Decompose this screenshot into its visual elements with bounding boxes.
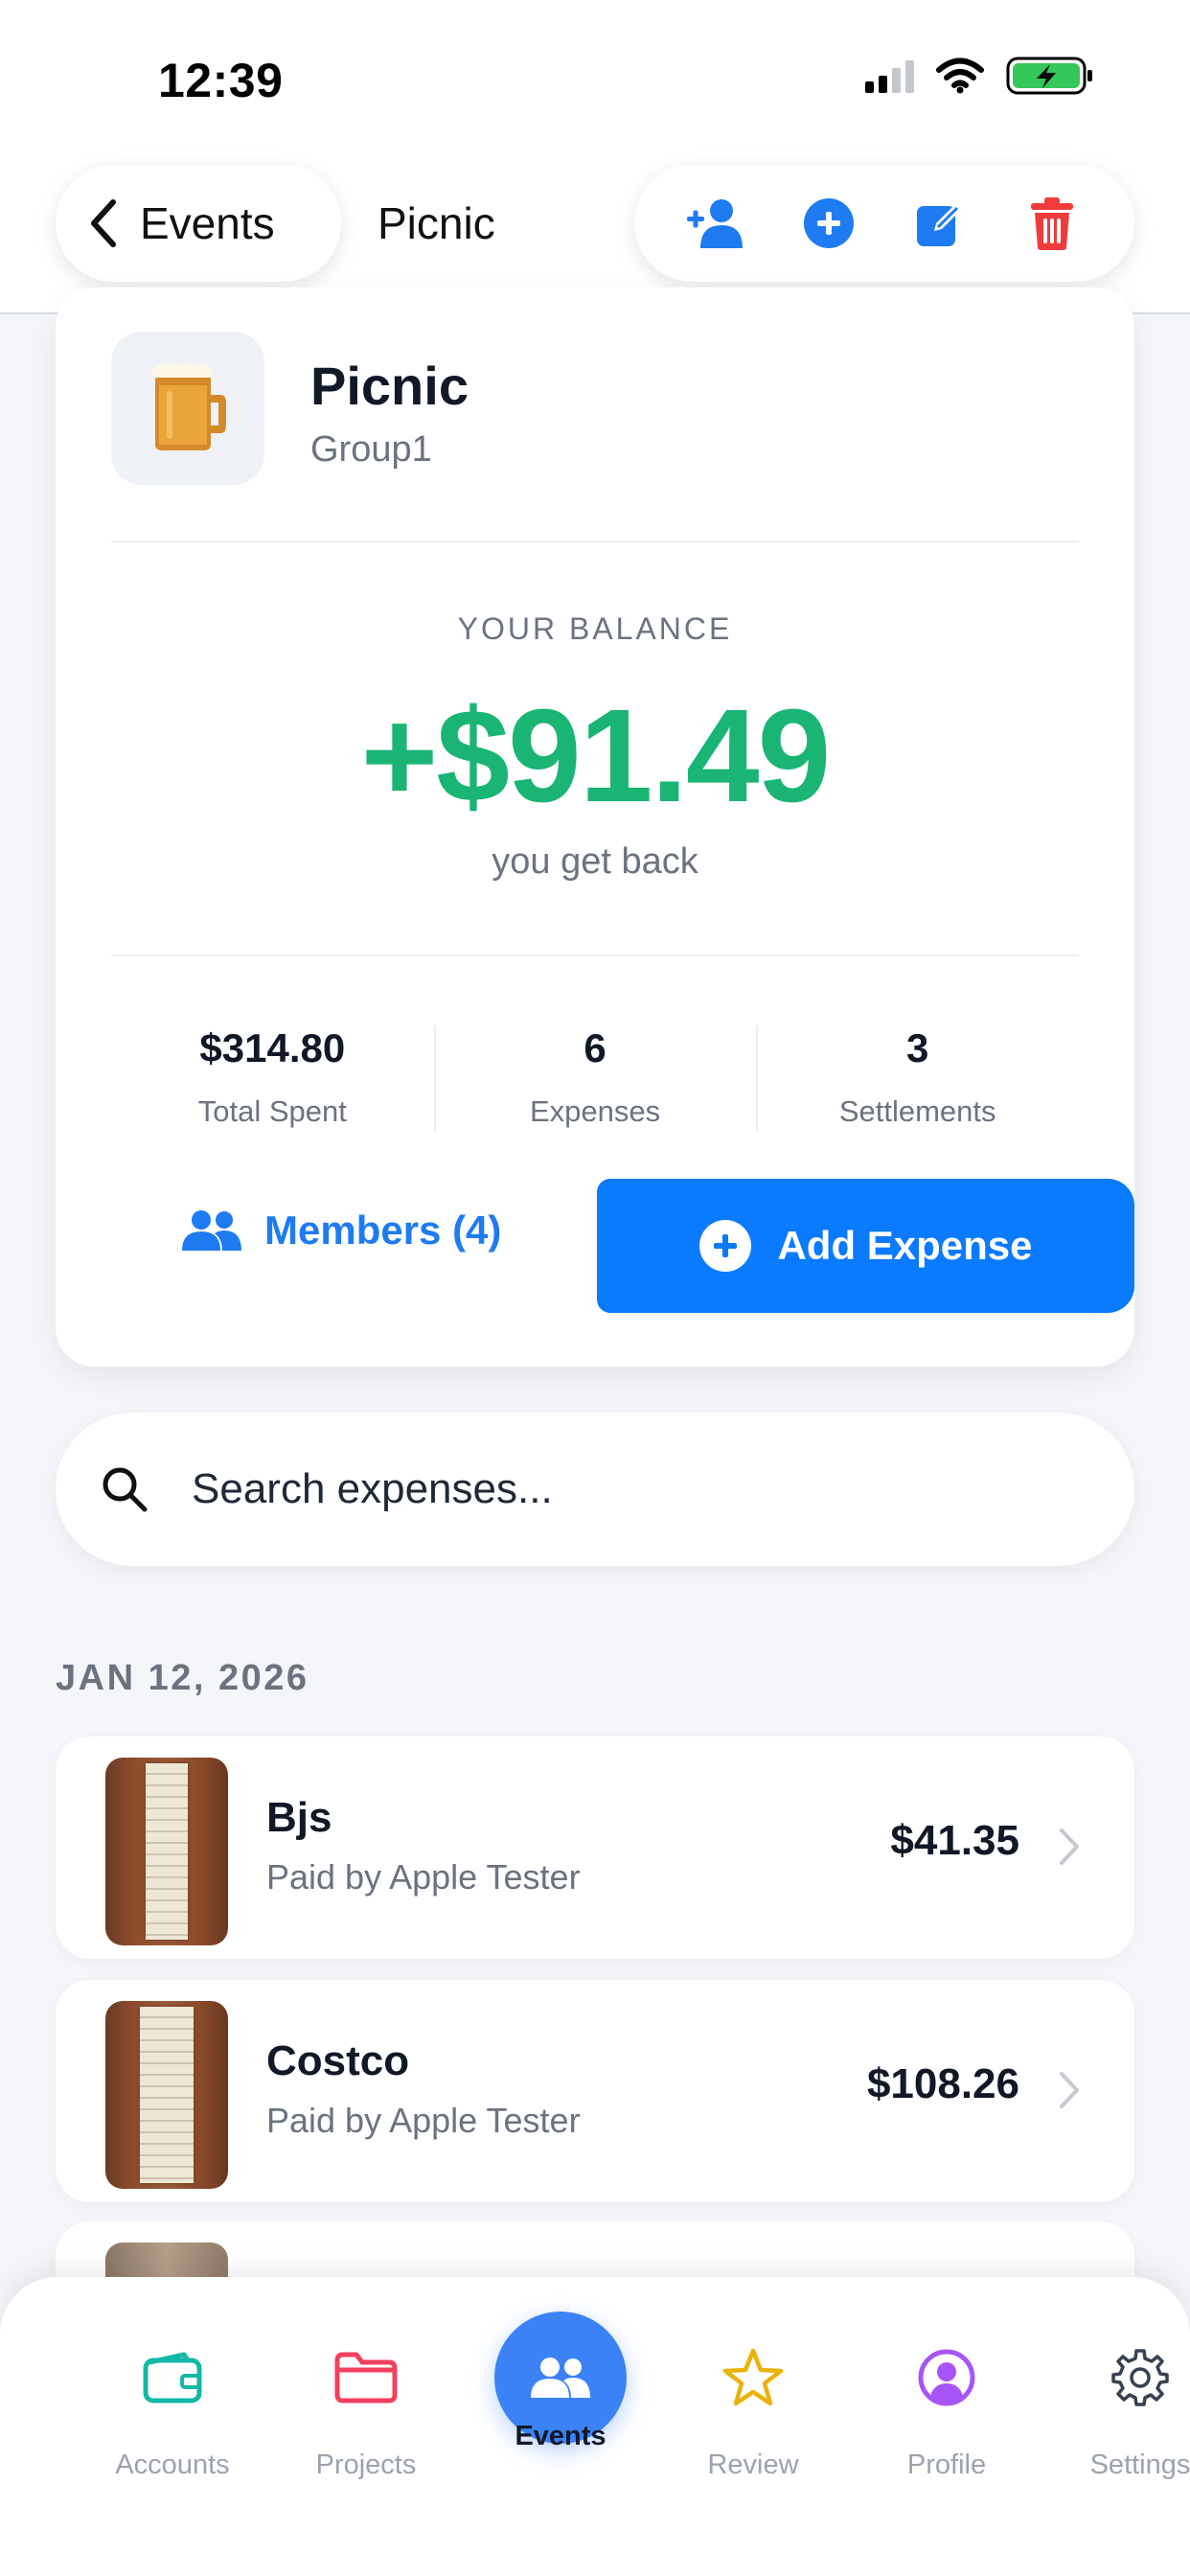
receipt-thumbnail [105,1758,228,1945]
expense-payer: Paid by Apple Tester [266,1857,581,1897]
balance-subtitle: you get back [492,841,698,882]
overview-icon [0,2334,40,2421]
tab-review[interactable]: Review [657,2334,849,2526]
expense-payer: Paid by Apple Tester [266,2101,581,2140]
add-button[interactable] [790,185,867,262]
stat-label: Total Spent [197,1094,347,1128]
add-member-button[interactable] [678,185,755,262]
expense-amount: $108.26 [866,2060,1019,2107]
stat-value: 6 [584,1025,606,1070]
tab-projects[interactable]: Projects [270,2334,462,2526]
beer-mug-icon [151,363,226,450]
tab-label: Profile [906,2450,987,2480]
group-summary-card: Picnic Group1 YOUR BALANCE +$91.49 you g… [56,288,1134,1367]
add-expense-button[interactable]: Add Expense [597,1179,1134,1313]
group-name: Picnic [310,356,469,416]
stat-value: $314.80 [199,1025,346,1070]
tab-label: Projects [315,2450,417,2480]
expense-row[interactable]: Costco Paid by Apple Tester $108.26 [56,1980,1134,2202]
expense-amount: $41.35 [890,1817,1019,1864]
balance-label: YOUR BALANCE [457,611,733,646]
tab-label: Review [707,2450,799,2480]
tab-overview[interactable]: iew [0,2334,40,2526]
status-icons [865,56,1094,96]
chevron-right-icon [1060,2072,1079,2108]
stat-expenses: 6 Expenses [433,1016,757,1131]
group-subtitle: Group1 [310,429,432,470]
people-icon [182,1210,241,1251]
add-expense-label: Add Expense [777,1223,1033,1268]
balance-amount: +$91.49 [360,682,832,830]
stat-value: 3 [906,1025,929,1070]
divider [111,954,1079,956]
members-label: Members (4) [264,1208,502,1253]
chevron-right-icon [1060,1828,1079,1865]
chevron-left-icon [91,199,116,247]
trash-icon [1030,197,1073,250]
header-actions [634,165,1134,282]
tab-events[interactable]: Events [465,2421,656,2497]
tab-accounts[interactable]: Accounts [77,2334,268,2526]
wallet-icon [77,2334,268,2421]
back-button[interactable]: Events [56,165,341,282]
edit-button[interactable] [902,185,978,262]
stats-row: $314.80 Total Spent 6 Expenses 3 Settlem… [111,1016,1079,1131]
battery-charging-icon [1006,57,1092,95]
stat-settlements: 3 Settlements [756,1016,1079,1131]
tab-settings[interactable]: Settings [1044,2334,1190,2526]
gear-icon [1044,2334,1190,2421]
people-icon [531,2358,590,2398]
stat-label: Settlements [838,1094,996,1128]
members-button[interactable]: Members (4) [180,1208,501,1254]
expense-name: Costco [266,2037,410,2084]
tab-label: iew [0,2450,40,2481]
app-screen: 12:39 Events Picnic Picnic Group1 YOUR B… [0,0,1190,2576]
page-title: Picnic [378,198,495,248]
tab-label: Settings [1089,2450,1190,2480]
group-avatar [111,332,264,485]
tab-label: Accounts [115,2450,230,2480]
back-label: Events [140,198,275,248]
expense-row[interactable]: Bjs Paid by Apple Tester $41.35 [56,1736,1134,1959]
status-time: 12:39 [158,54,284,107]
divider [111,540,1079,542]
cellular-signal-icon [865,58,914,93]
stat-total-spent: $314.80 Total Spent [111,1016,434,1131]
receipt-thumbnail [105,2001,228,2189]
wifi-icon [936,58,984,94]
tab-profile[interactable]: Profile [851,2334,1042,2526]
tab-bar: iew Accounts Projects [0,2277,1190,2576]
status-bar: 12:39 [0,0,1190,153]
add-member-icon [687,199,744,248]
folder-icon [270,2334,462,2421]
delete-button[interactable] [1014,185,1090,262]
section-date-header: JAN 12, 2026 [56,1658,309,1698]
search-input[interactable] [192,1465,1016,1513]
tab-label: Events [515,2421,606,2451]
search-bar[interactable] [56,1413,1134,1566]
star-icon [657,2334,849,2421]
profile-icon [851,2334,1042,2421]
add-circle-icon [699,1220,752,1272]
search-icon [103,1467,148,1512]
stat-label: Expenses [529,1094,661,1128]
add-circle-icon [803,198,854,248]
edit-icon [917,202,964,246]
expense-name: Bjs [266,1794,332,1841]
